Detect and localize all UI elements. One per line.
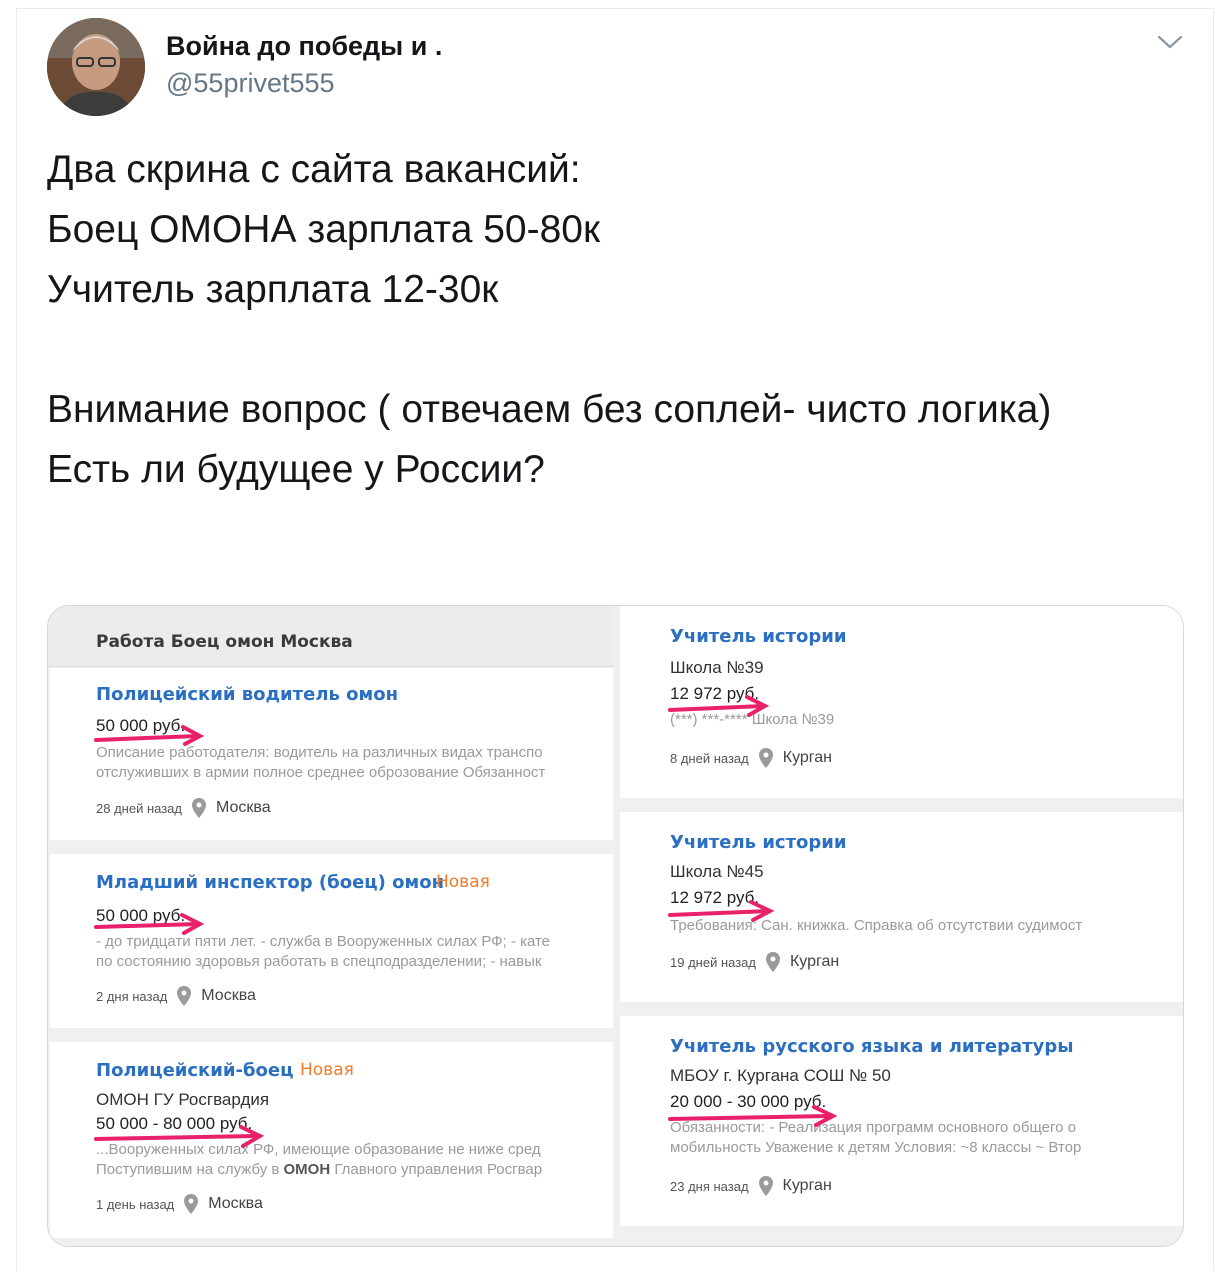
job-title: Учитель истории — [670, 626, 847, 647]
job-date: 23 дня назад — [670, 1178, 749, 1194]
tweet-media-image[interactable]: Работа Боец омон Москва Полицейский води… — [47, 605, 1184, 1247]
job-card: Младший инспектор (боец) омон Новая 50 0… — [50, 854, 613, 1028]
new-badge: Новая — [436, 872, 490, 892]
job-description-line: мобильность Уважение к детям Условия: ~8… — [670, 1139, 1082, 1156]
job-city: Курган — [782, 1177, 832, 1194]
job-meta: 19 дней назад Курган — [670, 952, 839, 972]
display-name[interactable]: Война до победы и . — [166, 31, 442, 62]
job-meta: 2 дня назад Москва — [96, 986, 256, 1006]
job-date: 19 дней назад — [670, 954, 756, 970]
job-meta: 1 день назад Москва — [96, 1194, 263, 1214]
avatar[interactable] — [47, 18, 145, 116]
job-title: Младший инспектор (боец) омон — [96, 872, 445, 893]
tweet-text: Два скрина с сайта вакансий: Боец ОМОНА … — [47, 148, 1052, 491]
job-title: Учитель русского языка и литературы — [670, 1036, 1074, 1057]
job-salary: 12 972 руб. — [670, 888, 760, 907]
job-date: 2 дня назад — [96, 988, 168, 1004]
desc-text: Поступившим на службу в — [96, 1161, 284, 1178]
location-pin-icon — [758, 748, 773, 768]
job-meta: 28 дней назад Москва — [96, 798, 271, 818]
job-description-line: по состоянию здоровья работать в спецпод… — [96, 953, 542, 970]
job-description-line: ...Вооруженных силах РФ, имеющие образов… — [96, 1141, 541, 1158]
job-meta: 23 дня назад Курган — [670, 1176, 832, 1196]
job-employer: ОМОН ГУ Росгвардия — [96, 1090, 270, 1109]
job-card: Учитель истории Школа №39 12 972 руб. (*… — [620, 606, 1183, 798]
job-card: Учитель истории Школа №45 12 972 руб. Тр… — [620, 812, 1183, 1002]
location-pin-icon — [758, 1176, 773, 1196]
job-salary: 20 000 - 30 000 руб. — [670, 1092, 827, 1111]
job-title: Полицейский-боец — [96, 1060, 294, 1081]
username-handle[interactable]: @55privet555 — [166, 68, 335, 99]
job-title: Полицейский водитель омон — [96, 684, 399, 705]
job-date: 8 дней назад — [670, 750, 749, 766]
location-pin-icon — [184, 1194, 199, 1214]
desc-text: Главного управления Росгвар — [330, 1161, 543, 1178]
job-city: Курган — [782, 749, 833, 766]
job-date: 28 дней назад — [96, 800, 182, 816]
job-city: Курган — [789, 953, 840, 970]
job-city: Москва — [208, 1195, 263, 1212]
location-pin-icon — [177, 986, 192, 1006]
job-date: 1 день назад — [96, 1196, 175, 1212]
job-salary: 50 000 - 80 000 руб. — [96, 1114, 253, 1133]
job-meta: 8 дней назад Курган — [670, 748, 832, 768]
job-card: Полицейский-боец Новая ОМОН ГУ Росгварди… — [50, 1042, 613, 1238]
job-title: Учитель истории — [670, 832, 847, 853]
job-city: Москва — [215, 799, 271, 816]
screenshot-omon-vacancies: Работа Боец омон Москва Полицейский води… — [48, 606, 613, 1246]
new-badge: Новая — [300, 1060, 354, 1080]
location-pin-icon — [191, 798, 206, 818]
job-employer: Школа №45 — [670, 862, 764, 881]
avatar-photo — [47, 18, 145, 116]
job-city: Москва — [201, 987, 256, 1004]
job-employer: Школа №39 — [670, 658, 764, 677]
job-card: Полицейский водитель омон 50 000 руб. Оп… — [50, 668, 613, 840]
location-pin-icon — [765, 952, 780, 972]
job-description-line: отслуживших в армии полное среднее оброз… — [96, 764, 546, 781]
job-description-line: (***) ***-**** Школа №39 — [670, 711, 835, 728]
job-salary: 12 972 руб. — [670, 684, 760, 703]
job-description-line: Требования: Сан. книжка. Справка об отсу… — [670, 917, 1083, 934]
job-employer: МБОУ г. Кургана СОШ № 50 — [670, 1066, 891, 1085]
job-salary: 50 000 руб. — [96, 906, 186, 925]
job-description-line: Обязанности: - Реализация программ основ… — [670, 1119, 1076, 1136]
search-header: Работа Боец омон Москва — [48, 606, 613, 667]
job-description-line: Поступившим на службу в ОМОН Главного уп… — [96, 1160, 542, 1180]
screenshot-teacher-vacancies: Учитель истории Школа №39 12 972 руб. (*… — [620, 606, 1183, 1246]
job-description-line: - до тридцати пяти лет. - служба в Воору… — [96, 933, 551, 950]
job-card: Учитель русского языка и литературы МБОУ… — [620, 1016, 1183, 1226]
job-description-line: Описание работодателя: водитель на разли… — [96, 744, 543, 761]
search-title: Работа Боец омон Москва — [96, 632, 353, 652]
job-salary: 50 000 руб. — [96, 716, 186, 735]
desc-highlight: ОМОН — [283, 1161, 331, 1178]
chevron-down-icon[interactable] — [1155, 30, 1185, 54]
